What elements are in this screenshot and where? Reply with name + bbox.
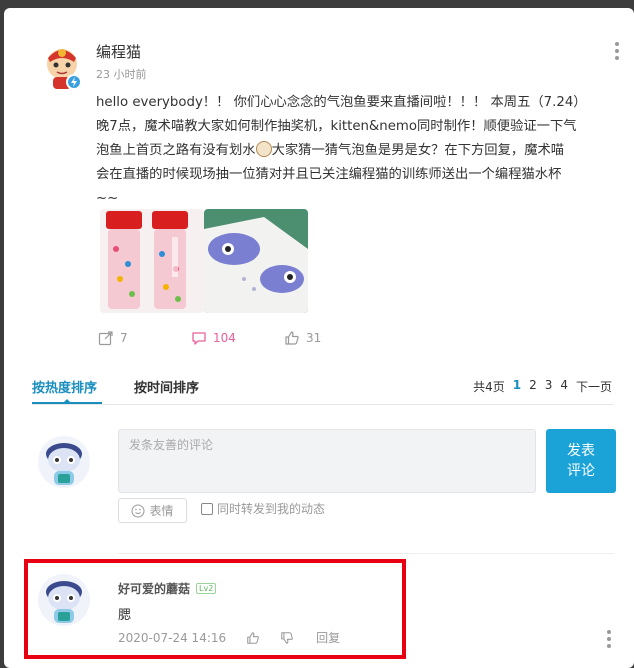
- next-page-link[interactable]: 下一页: [576, 378, 612, 395]
- post-card: 编程猫 23 小时前 hello everybody！！ 你们心心念念的气泡鱼要…: [4, 8, 634, 668]
- post-body: hello everybody！！ 你们心心念念的气泡鱼要来直播间啦！！！ 本周…: [96, 91, 614, 211]
- post-line: 晚7点，魔术喵教大家如何制作抽奖机，kitten&nemo同时制作！顺便验证一下…: [96, 119, 577, 134]
- thumbs-up-icon: [285, 331, 299, 345]
- tab-hot[interactable]: 按热度排序: [32, 377, 97, 396]
- page-total: 共4页: [473, 380, 505, 394]
- comment-icon: [192, 332, 206, 345]
- cat-emoji-icon: [255, 141, 272, 157]
- page-4[interactable]: 4: [560, 378, 568, 395]
- post-image-cups[interactable]: [100, 209, 204, 313]
- post-line: hello everybody！！ 你们心心念念的气泡鱼要来直播间啦！！！ 本周…: [96, 95, 587, 110]
- post-line: 泡鱼上首页之路有没有划水 大家猜一猜气泡鱼是男是女？在下方回复，魔术喵: [96, 141, 565, 158]
- post-line: ~~: [96, 191, 119, 206]
- author-name[interactable]: 编程猫: [96, 41, 141, 62]
- emoji-button[interactable]: 表情: [118, 498, 187, 523]
- repost-checkbox[interactable]: [201, 502, 213, 515]
- tab-caret-icon: [63, 399, 71, 403]
- author-avatar[interactable]: [40, 44, 88, 92]
- like-button[interactable]: 31: [284, 330, 321, 346]
- divider: [118, 553, 614, 554]
- comment-placeholder: 发条友善的评论: [129, 438, 214, 452]
- tab-time[interactable]: 按时间排序: [134, 377, 199, 396]
- pagination: 共4页 1 2 3 4 下一页: [473, 378, 612, 395]
- share-count: 7: [120, 331, 128, 345]
- post-image-fish[interactable]: [204, 209, 308, 313]
- comment-button[interactable]: 104: [191, 330, 236, 346]
- share-icon: [98, 331, 113, 346]
- like-count: 31: [306, 331, 322, 345]
- more-options-icon[interactable]: [614, 42, 620, 62]
- page-2[interactable]: 2: [529, 378, 537, 395]
- smiley-icon: [131, 504, 145, 517]
- repost-option[interactable]: 同时转发到我的动态: [201, 500, 325, 517]
- highlight-box: [24, 559, 406, 659]
- comment-more-icon[interactable]: [606, 630, 612, 651]
- post-time: 23 小时前: [96, 68, 147, 81]
- page-3[interactable]: 3: [545, 378, 553, 395]
- share-button[interactable]: 7: [98, 330, 128, 346]
- page-1[interactable]: 1: [513, 378, 521, 395]
- publish-comment-button[interactable]: 发表 评论: [546, 429, 616, 493]
- comment-input[interactable]: 发条友善的评论: [118, 429, 536, 493]
- comment-count: 104: [213, 331, 236, 345]
- tab-divider: [32, 404, 614, 405]
- my-avatar: [38, 436, 90, 488]
- post-line: 会在直播的时候现场抽一位猜对并且已关注编程猫的训练师送出一个编程猫水杯: [96, 167, 562, 182]
